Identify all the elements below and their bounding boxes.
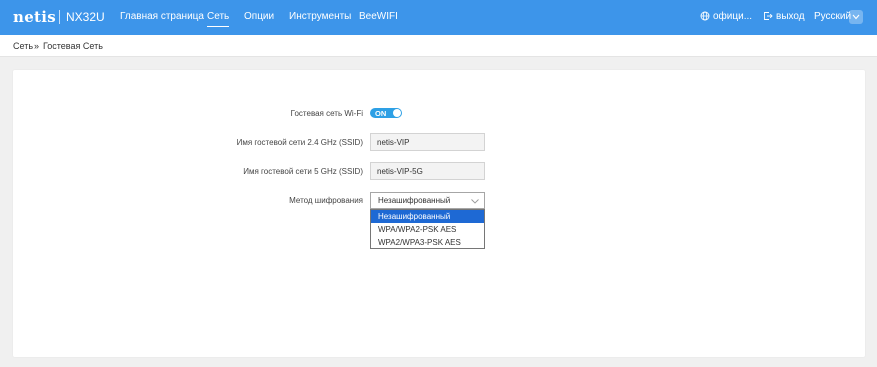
logout-label: выход [776, 11, 805, 22]
ssid-5-label: Имя гостевой сети 5 GHz (SSID) [243, 167, 363, 176]
encryption-option-none[interactable]: Незашифрованный [371, 210, 484, 223]
nav-options[interactable]: Опции [244, 11, 274, 22]
language-selector-label[interactable]: Русский [814, 11, 851, 22]
guest-wifi-toggle[interactable]: ON [370, 108, 402, 118]
logo-divider [59, 10, 60, 24]
globe-icon [700, 11, 710, 21]
guest-wifi-label: Гостевая сеть Wi-Fi [290, 109, 363, 118]
nav-network[interactable]: Сеть [207, 11, 230, 27]
breadcrumb-separator: » [34, 41, 40, 51]
breadcrumb: Сеть » Гостевая Сеть [0, 35, 877, 57]
language-dropdown-button[interactable] [849, 10, 863, 24]
chevron-down-icon [471, 199, 479, 204]
encryption-dropdown-list: Незашифрованный WPA/WPA2-PSK AES WPA2/WP… [370, 209, 485, 249]
nav-tools[interactable]: Инструменты [289, 11, 351, 22]
encryption-label: Метод шифрования [289, 196, 363, 205]
ssid-24-label: Имя гостевой сети 2.4 GHz (SSID) [236, 138, 363, 147]
top-navigation-bar: netis NX32U Главная страница Сеть Опции … [0, 0, 877, 35]
ssid-5-input[interactable]: netis-VIP-5G [370, 162, 485, 180]
breadcrumb-parent[interactable]: Сеть [13, 41, 33, 51]
encryption-option-wpa2-wpa3[interactable]: WPA2/WPA3-PSK AES [371, 236, 484, 249]
ssid-24-input[interactable]: netis-VIP [370, 133, 485, 151]
netis-logo[interactable]: netis [13, 8, 56, 26]
logout-button[interactable]: выход [763, 11, 805, 22]
logout-icon [764, 12, 773, 20]
toggle-knob [393, 109, 401, 117]
official-site-label: офици... [713, 11, 753, 22]
breadcrumb-current: Гостевая Сеть [43, 41, 103, 51]
encryption-selected-value: Незашифрованный [378, 196, 451, 205]
nav-home[interactable]: Главная страница [120, 11, 204, 22]
chevron-down-icon [852, 14, 860, 20]
nav-beewifi[interactable]: BeeWIFI [359, 11, 398, 22]
encryption-option-wpa-wpa2[interactable]: WPA/WPA2-PSK AES [371, 223, 484, 236]
encryption-select[interactable]: Незашифрованный [370, 192, 485, 209]
model-name: NX32U [66, 10, 105, 24]
toggle-state-text: ON [375, 109, 387, 118]
official-site-link[interactable]: офици... [700, 11, 752, 22]
